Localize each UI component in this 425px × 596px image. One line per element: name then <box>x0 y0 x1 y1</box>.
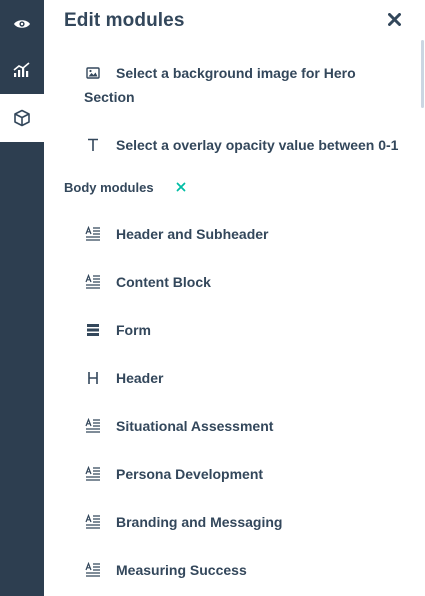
text-icon <box>84 136 102 154</box>
module-label: Header and Subheader <box>116 226 269 242</box>
collapse-section-button[interactable] <box>174 181 188 195</box>
rich-text-icon <box>84 561 102 579</box>
preview-button[interactable] <box>0 0 44 48</box>
edit-modules-panel: Edit modules Select a background image f… <box>44 0 425 596</box>
module-list-item[interactable]: Content Block <box>44 270 425 294</box>
panel-title: Edit modules <box>64 10 185 31</box>
module-overlay-opacity[interactable]: Select a overlay opacity value between 0… <box>44 133 425 157</box>
analytics-button[interactable] <box>0 46 44 94</box>
modules-button[interactable] <box>0 94 44 142</box>
module-label: Measuring Success <box>116 562 247 578</box>
header-icon <box>84 369 102 387</box>
module-list-item[interactable]: Header and Subheader <box>44 222 425 246</box>
module-list-item[interactable]: Branding and Messaging <box>44 510 425 534</box>
rich-text-icon <box>84 225 102 243</box>
rich-text-icon <box>84 273 102 291</box>
module-label: Branding and Messaging <box>116 514 283 530</box>
module-label: Form <box>116 322 151 338</box>
eye-icon <box>13 18 31 30</box>
chart-icon <box>13 62 31 78</box>
module-list-item[interactable]: Situational Assessment <box>44 414 425 438</box>
module-label: Content Block <box>116 274 211 290</box>
module-list-item[interactable]: Persona Development <box>44 462 425 486</box>
rich-text-icon <box>84 513 102 531</box>
collapse-x-icon <box>176 179 186 197</box>
module-box-icon <box>13 109 31 127</box>
module-list-item[interactable]: Form <box>44 318 425 342</box>
left-rail <box>0 0 44 596</box>
module-label: Select a background image for Hero <box>116 65 356 81</box>
image-icon <box>84 64 102 82</box>
rich-text-icon <box>84 417 102 435</box>
module-label: Header <box>116 370 164 386</box>
module-list-item[interactable]: Measuring Success <box>44 558 425 582</box>
rich-text-icon <box>84 465 102 483</box>
module-label-continued: Section <box>84 89 135 105</box>
close-button[interactable] <box>384 12 404 32</box>
module-label: Situational Assessment <box>116 418 274 434</box>
module-list-item[interactable]: Header <box>44 366 425 390</box>
form-icon <box>84 321 102 339</box>
module-label: Select a overlay opacity value between 0… <box>116 137 399 153</box>
module-label: Persona Development <box>116 466 264 482</box>
section-title-body-modules: Body modules <box>64 180 154 195</box>
close-icon <box>387 13 401 31</box>
module-background-image[interactable]: Select a background image for Hero Secti… <box>44 61 425 111</box>
